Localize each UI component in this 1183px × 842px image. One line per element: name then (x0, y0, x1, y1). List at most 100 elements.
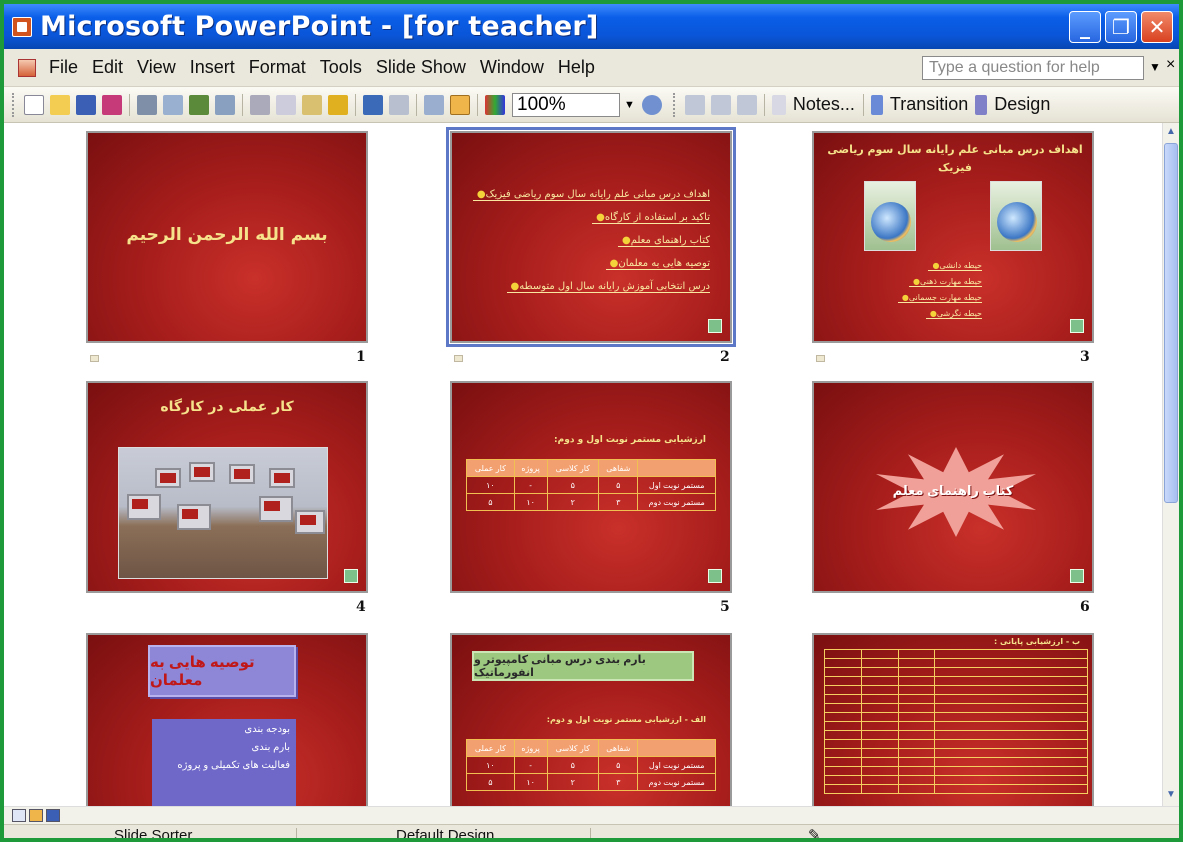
toolbar-grip-2[interactable] (672, 92, 676, 117)
transition-icon[interactable] (816, 355, 825, 362)
grayscale-icon[interactable] (485, 94, 505, 115)
book-cover-image (990, 181, 1042, 251)
slide-thumbnail-4[interactable]: کار عملی در کارگاه (86, 381, 368, 593)
normal-view-icon[interactable] (12, 809, 26, 822)
print-icon[interactable] (137, 94, 157, 115)
slide-title: کتاب راهنمای معلم (892, 483, 1014, 498)
help-icon[interactable] (641, 94, 662, 115)
redo-icon[interactable] (389, 94, 409, 115)
format-painter-icon[interactable] (328, 94, 348, 115)
menu-file[interactable]: File (42, 57, 85, 78)
notes-button[interactable]: Notes... (793, 94, 855, 115)
research-icon[interactable] (215, 94, 235, 115)
slide-number: 5 (720, 599, 730, 615)
slide-show-view-icon[interactable] (46, 809, 60, 822)
open-icon[interactable] (50, 94, 70, 115)
help-dropdown-icon[interactable]: ▼ (1149, 60, 1161, 74)
grade-grid (824, 649, 1088, 806)
zoom-dropdown-icon[interactable]: ▼ (624, 99, 635, 111)
notes-icon[interactable] (771, 94, 786, 115)
slide-sorter-view-icon[interactable] (29, 809, 43, 822)
minimize-button[interactable]: _ (1069, 11, 1101, 43)
slide-number: 1 (356, 349, 366, 365)
spelling-icon[interactable] (189, 94, 209, 115)
design-button[interactable]: Design (994, 94, 1050, 115)
help-search-input[interactable]: Type a question for help (922, 56, 1144, 80)
slide-thumbnail-3[interactable]: اهداف درس مبانی علم رایانه سال سوم ریاضی… (812, 131, 1094, 343)
toolbar-grip[interactable] (12, 92, 15, 117)
bullet-item: کتاب راهنمای معلم (617, 235, 710, 247)
save-icon[interactable] (76, 94, 96, 115)
slide-subtitle: الف - ارزشیابی مستمر نوبت اول و دوم: (546, 715, 706, 724)
action-button-icon (708, 569, 722, 583)
action-button-icon (708, 319, 722, 333)
zoom-select[interactable]: 100% (512, 92, 620, 117)
copy-icon[interactable] (276, 94, 296, 115)
horizontal-scrollbar[interactable] (4, 806, 1179, 824)
expand-all-icon[interactable] (424, 94, 444, 115)
show-formatting-icon[interactable] (450, 94, 470, 115)
status-view: Slide Sorter (114, 827, 193, 842)
bullet-item: حیطه مهارت جسمانی (897, 293, 982, 303)
transition-icon[interactable] (90, 355, 99, 362)
slide-title: بسم الله الرحمن الرحیم (126, 225, 328, 245)
bullet-item: فعالیت های تکمیلی و پروژه (177, 760, 290, 771)
rehearse-timings-icon[interactable] (710, 94, 731, 115)
bullet-item: حیطه نگرشی (925, 309, 982, 319)
cut-icon[interactable] (250, 94, 270, 115)
bullet-item: حیطه مهارت ذهنی (909, 277, 982, 287)
document-menu-icon[interactable] (18, 58, 36, 77)
menu-window[interactable]: Window (473, 57, 551, 78)
bullet-item: حیطه دانشی (928, 261, 982, 271)
menu-tools[interactable]: Tools (313, 57, 369, 78)
hide-slide-icon[interactable] (684, 94, 705, 115)
slide-thumbnail-2[interactable]: اهداف درس مبانی علم رایانه سال سوم ریاضی… (446, 127, 736, 347)
menu-edit[interactable]: Edit (85, 57, 130, 78)
vertical-scrollbar[interactable]: ▲ ▼ (1162, 123, 1179, 806)
transition-button[interactable]: Transition (890, 94, 968, 115)
bullet-item: اهداف درس مبانی علم رایانه سال سوم ریاضی… (472, 189, 710, 201)
menu-insert[interactable]: Insert (183, 57, 242, 78)
spelling-status-icon[interactable]: ✎ (808, 826, 821, 838)
bullet-item: توصیه هایی به معلمان (605, 258, 710, 270)
standard-toolbar: 100% ▼ Notes... Transition Design (4, 87, 1179, 123)
powerpoint-app-icon[interactable] (12, 16, 32, 37)
slide-thumbnail-1[interactable]: بسم الله الرحمن الرحیم (86, 131, 368, 343)
scroll-thumb[interactable] (1164, 143, 1178, 503)
undo-icon[interactable] (363, 94, 383, 115)
slide-title: بارم بندی درس مبانی کامپیوتر و انفورماتی… (472, 651, 694, 681)
book-cover-image (864, 181, 916, 251)
menu-help[interactable]: Help (551, 57, 602, 78)
paste-icon[interactable] (302, 94, 322, 115)
print-preview-icon[interactable] (163, 94, 183, 115)
transition-icon[interactable] (454, 355, 463, 362)
slide-title: کار عملی در کارگاه (160, 399, 294, 415)
new-icon[interactable] (24, 94, 44, 115)
slide-number: 3 (1080, 349, 1090, 365)
slide-number: 2 (720, 349, 730, 365)
summary-slide-icon[interactable] (736, 94, 757, 115)
slide-number: 6 (1080, 599, 1090, 615)
slide-thumbnail-9[interactable]: ب - ارزشیابی پایانی : (812, 633, 1094, 806)
close-document-button[interactable]: × (1166, 56, 1175, 74)
scroll-down-icon[interactable]: ▼ (1166, 789, 1176, 800)
slide-thumbnail-6[interactable]: کتاب راهنمای معلم (812, 381, 1094, 593)
window-title: Microsoft PowerPoint - [for teacher] (40, 11, 599, 42)
menu-slide-show[interactable]: Slide Show (369, 57, 473, 78)
bullet-item: بودجه بندی (244, 724, 290, 735)
grade-table: شفاهی کار کلاسی پروژه کار عملی مستمر نوبت ا… (466, 459, 716, 511)
menu-format[interactable]: Format (242, 57, 313, 78)
permission-icon[interactable] (102, 94, 122, 115)
slide-thumbnail-5[interactable]: ارزشیابی مستمر نوبت اول و دوم: شفاهی کار … (450, 381, 732, 593)
bullet-list: بودجه بندی بارم بندی فعالیت های تکمیلی و… (152, 719, 296, 806)
transition-icon[interactable] (870, 94, 883, 115)
slide-thumbnail-7[interactable]: توصیه هایی به معلمان بودجه بندی بارم بند… (86, 633, 368, 806)
slide-number: 4 (356, 599, 366, 615)
design-icon[interactable] (975, 94, 988, 115)
restore-button[interactable]: ❐ (1105, 11, 1137, 43)
slide-thumbnail-8[interactable]: بارم بندی درس مبانی کامپیوتر و انفورماتی… (450, 633, 732, 806)
slide-title: اهداف درس مبانی علم رایانه سال سوم ریاضی… (827, 143, 1083, 174)
close-button[interactable]: ✕ (1141, 11, 1173, 43)
scroll-up-icon[interactable]: ▲ (1166, 126, 1176, 137)
menu-view[interactable]: View (130, 57, 183, 78)
